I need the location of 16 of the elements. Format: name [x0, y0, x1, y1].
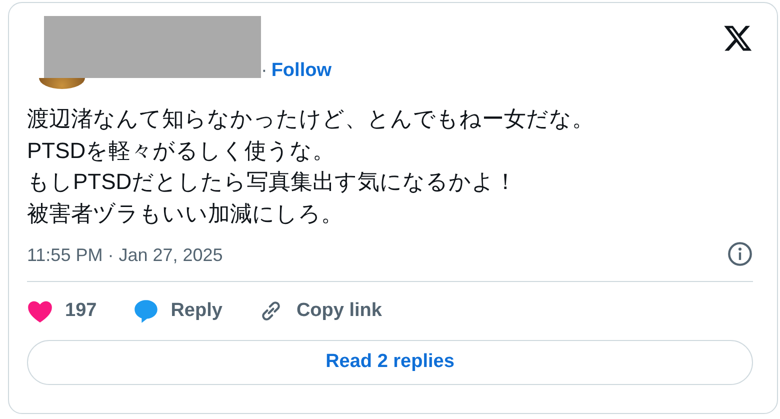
heart-icon — [27, 299, 53, 323]
read-replies-button[interactable]: Read 2 replies — [27, 340, 753, 385]
tweet-text-line: もしPTSDだとしたら写真集出す気になるかよ！ — [27, 168, 517, 196]
tweet-text-line: 渡辺渚なんて知らなかったけど、とんでもねー女だな。 — [27, 105, 594, 133]
copy-link-button[interactable]: Copy link — [258, 296, 382, 326]
timestamp[interactable]: 11:55 PM · Jan 27, 2025 — [27, 243, 223, 267]
tweet-text-line: 被害者ヅラもいい加減にしろ。 — [27, 200, 343, 228]
tweet-text-line: PTSDを軽々がるしく使うな。 — [27, 136, 335, 164]
reply-button[interactable]: Reply — [132, 296, 222, 326]
avatar[interactable] — [39, 78, 85, 89]
speech-bubble-icon — [132, 298, 159, 324]
info-icon[interactable] — [727, 241, 753, 267]
separator-dot: · — [261, 60, 268, 81]
like-button[interactable]: 197 — [27, 296, 97, 326]
follow-link[interactable]: Follow — [271, 60, 332, 81]
x-logo-icon[interactable] — [723, 23, 753, 53]
